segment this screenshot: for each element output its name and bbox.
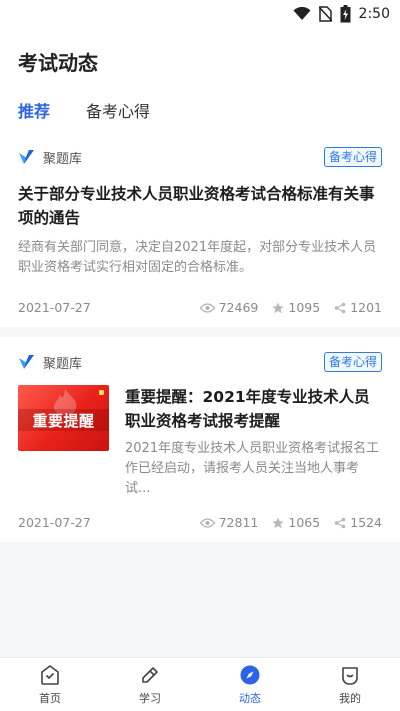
tab-bar: 推荐 备考心得 bbox=[0, 86, 400, 132]
view-count: 72811 bbox=[218, 515, 259, 530]
brand-logo-icon bbox=[19, 355, 34, 369]
star-icon bbox=[272, 302, 284, 313]
no-sim-icon bbox=[318, 6, 332, 22]
eye-icon bbox=[199, 517, 215, 528]
tabbar-item-home[interactable]: 首页 bbox=[0, 658, 100, 711]
eye-icon bbox=[199, 302, 215, 313]
article-title: 重要提醒：2021年度专业技术人员职业资格考试报考提醒 bbox=[125, 388, 370, 430]
article-source: 聚题库 bbox=[18, 353, 82, 372]
article-tag: 备考心得 bbox=[323, 147, 382, 167]
share-icon bbox=[334, 517, 346, 528]
article-date: 2021-07-27 bbox=[18, 300, 91, 315]
page-header: 考试动态 bbox=[0, 28, 400, 86]
battery-charging-icon bbox=[340, 5, 351, 23]
status-bar: 2:50 bbox=[0, 0, 400, 28]
article-card[interactable]: 聚题库 备考心得 重要提醒 重要提醒：2021年度专业技术人员职业资格考试报考提… bbox=[0, 337, 400, 542]
favorite-count: 1065 bbox=[288, 515, 321, 530]
article-source-name: 聚题库 bbox=[43, 356, 83, 372]
share-count: 1201 bbox=[350, 300, 382, 315]
article-date: 2021-07-27 bbox=[18, 515, 91, 530]
page-title: 考试动态 bbox=[18, 51, 98, 75]
thumbnail-text: 重要提醒 bbox=[32, 412, 95, 430]
status-time: 2:50 bbox=[358, 6, 390, 22]
article-desc: 2021年度专业技术人员职业资格考试报名工作已经启动，请报考人员关注当地人事考试… bbox=[125, 441, 380, 496]
article-thumbnail: 重要提醒 bbox=[18, 385, 109, 451]
tabbar-item-news[interactable]: 动态 bbox=[200, 658, 300, 711]
article-desc: 经商有关部门同意，决定自2021年度起，对部分专业技术人员职业资格考试实行相对固… bbox=[18, 240, 377, 275]
tab-study-tips[interactable]: 备考心得 bbox=[86, 98, 150, 128]
share-icon bbox=[334, 302, 346, 313]
article-source-name: 聚题库 bbox=[43, 151, 83, 167]
star-icon bbox=[272, 517, 284, 528]
tabbar-label: 我的 bbox=[339, 691, 361, 705]
tabbar-label: 动态 bbox=[239, 691, 261, 705]
wifi-icon bbox=[293, 7, 311, 20]
tabbar-label: 首页 bbox=[39, 691, 61, 705]
brand-logo-icon bbox=[19, 150, 34, 164]
favorite-count: 1095 bbox=[288, 300, 321, 315]
tab-recommend[interactable]: 推荐 bbox=[18, 98, 50, 128]
home-check-icon bbox=[41, 664, 59, 685]
tabbar-label: 学习 bbox=[139, 691, 161, 705]
bottom-tab-bar: 首页 学习 动态 我的 bbox=[0, 657, 400, 711]
share-count: 1524 bbox=[350, 515, 382, 530]
view-count: 72469 bbox=[218, 300, 259, 315]
article-source: 聚题库 bbox=[18, 148, 82, 167]
article-tag: 备考心得 bbox=[323, 352, 382, 372]
article-card[interactable]: 聚题库 备考心得 关于部分专业技术人员职业资格考试合格标准有关事项的通告 经商有… bbox=[0, 132, 400, 327]
pencil-icon bbox=[142, 666, 158, 683]
smile-icon bbox=[342, 666, 358, 685]
tabbar-item-mine[interactable]: 我的 bbox=[300, 658, 400, 711]
compass-icon bbox=[240, 665, 260, 684]
article-title: 关于部分专业技术人员职业资格考试合格标准有关事项的通告 bbox=[18, 185, 375, 227]
tabbar-item-study[interactable]: 学习 bbox=[100, 658, 200, 711]
